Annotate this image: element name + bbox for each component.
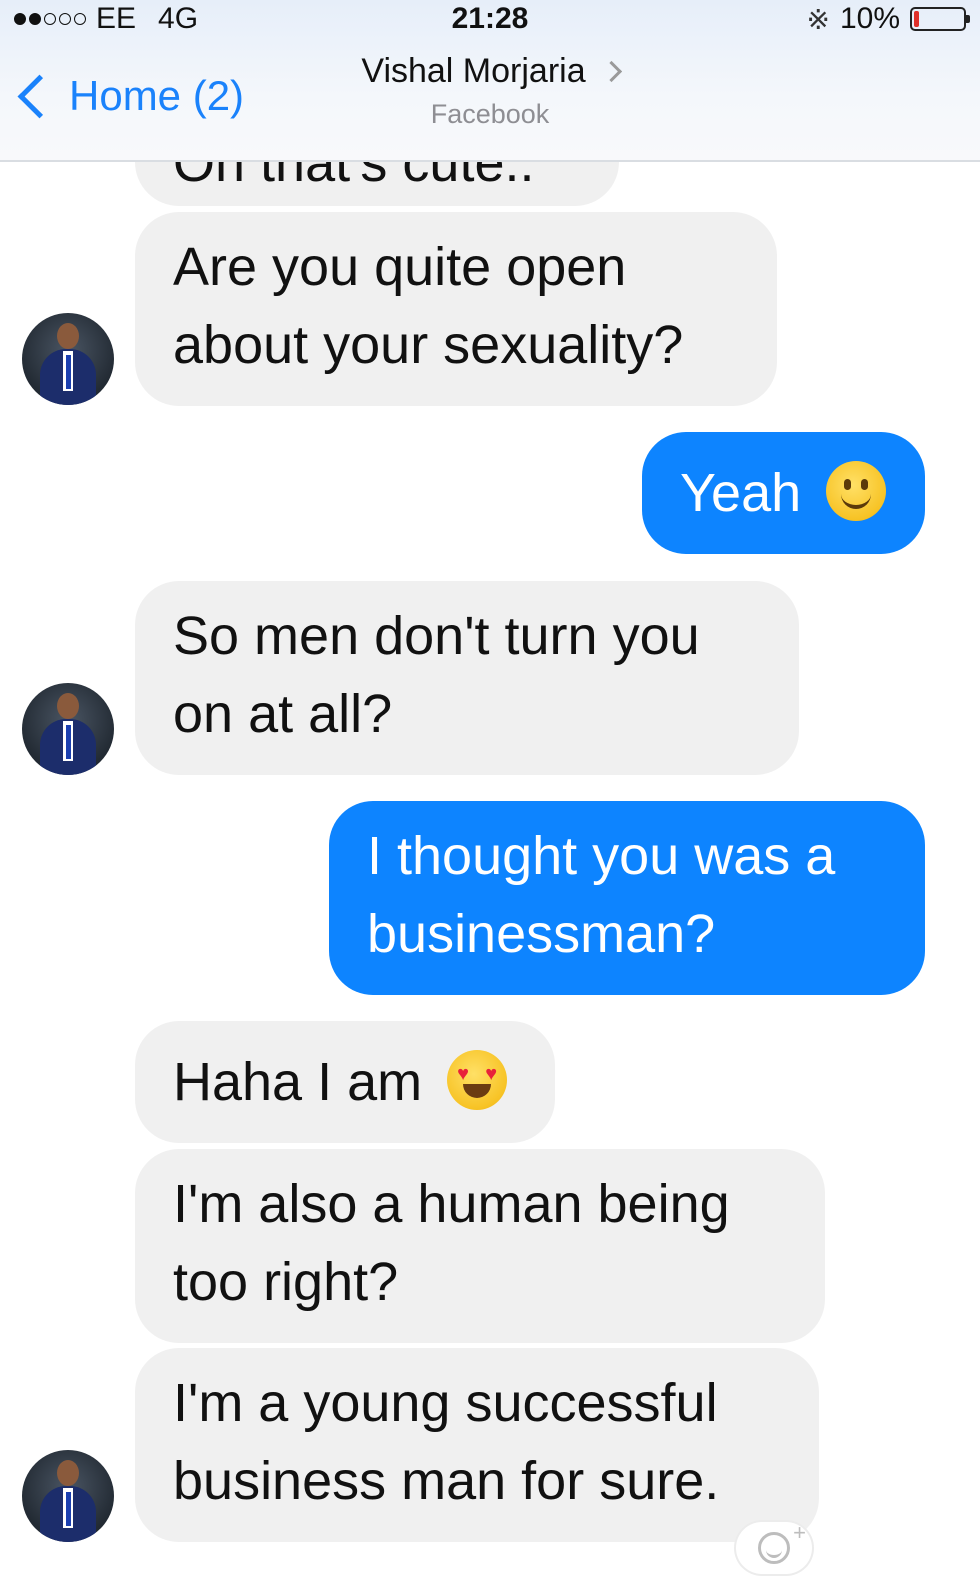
message-line: businessman? xyxy=(367,904,716,964)
message-incoming[interactable]: I'm also a human being too right? xyxy=(135,1149,825,1343)
add-reaction-button[interactable]: + xyxy=(736,1520,812,1574)
heart-eyes-face-icon: ♥ ♥ xyxy=(447,1050,508,1110)
chevron-right-icon xyxy=(600,60,622,83)
contact-subtitle: Facebook xyxy=(430,99,550,129)
conversation-header: EE 4G 21:28 ※ 10% Home (2) Vishal Morjar… xyxy=(0,0,980,162)
battery-percent: 10% xyxy=(839,2,900,35)
battery-level xyxy=(914,11,919,27)
message-text: Haha I am xyxy=(173,1052,423,1112)
message-line: I'm also a human being xyxy=(173,1174,730,1234)
add-reaction-icon xyxy=(758,1532,790,1564)
messenger-screen: Oh that's cute.. Are you quite open abou… xyxy=(0,0,980,1583)
message-line: I'm a young successful xyxy=(173,1373,718,1433)
message-incoming[interactable]: So men don't turn you on at all? xyxy=(135,581,799,775)
contact-avatar[interactable] xyxy=(22,313,114,405)
contact-avatar[interactable] xyxy=(22,1450,114,1542)
plus-icon: + xyxy=(793,1520,806,1545)
status-bar: EE 4G 21:28 ※ 10% xyxy=(0,0,980,38)
message-incoming[interactable]: Haha I am ♥ ♥ xyxy=(135,1021,555,1143)
message-outgoing[interactable]: Yeah xyxy=(642,432,925,554)
message-incoming[interactable]: I'm a young successful business man for … xyxy=(135,1348,819,1542)
message-list[interactable]: Oh that's cute.. Are you quite open abou… xyxy=(0,0,980,1583)
slightly-smiling-face-icon xyxy=(826,461,887,521)
contact-name: Vishal Morjaria xyxy=(361,52,586,90)
message-line: too right? xyxy=(173,1252,399,1312)
message-outgoing[interactable]: I thought you was a businessman? xyxy=(329,801,925,995)
message-line: I thought you was a xyxy=(367,826,836,886)
message-incoming[interactable]: Are you quite open about your sexuality? xyxy=(135,212,777,406)
bluetooth-icon: ※ xyxy=(806,3,830,35)
message-text: Yeah xyxy=(680,463,802,523)
battery-icon xyxy=(910,7,970,31)
message-line: So men don't turn you xyxy=(173,606,700,666)
message-line: Are you quite open xyxy=(173,237,627,297)
contact-avatar[interactable] xyxy=(22,683,114,775)
message-line: on at all? xyxy=(173,684,393,744)
message-line: about your sexuality? xyxy=(173,315,684,375)
contact-title[interactable]: Vishal Morjaria Facebook xyxy=(0,52,980,130)
message-line: business man for sure. xyxy=(173,1451,720,1511)
